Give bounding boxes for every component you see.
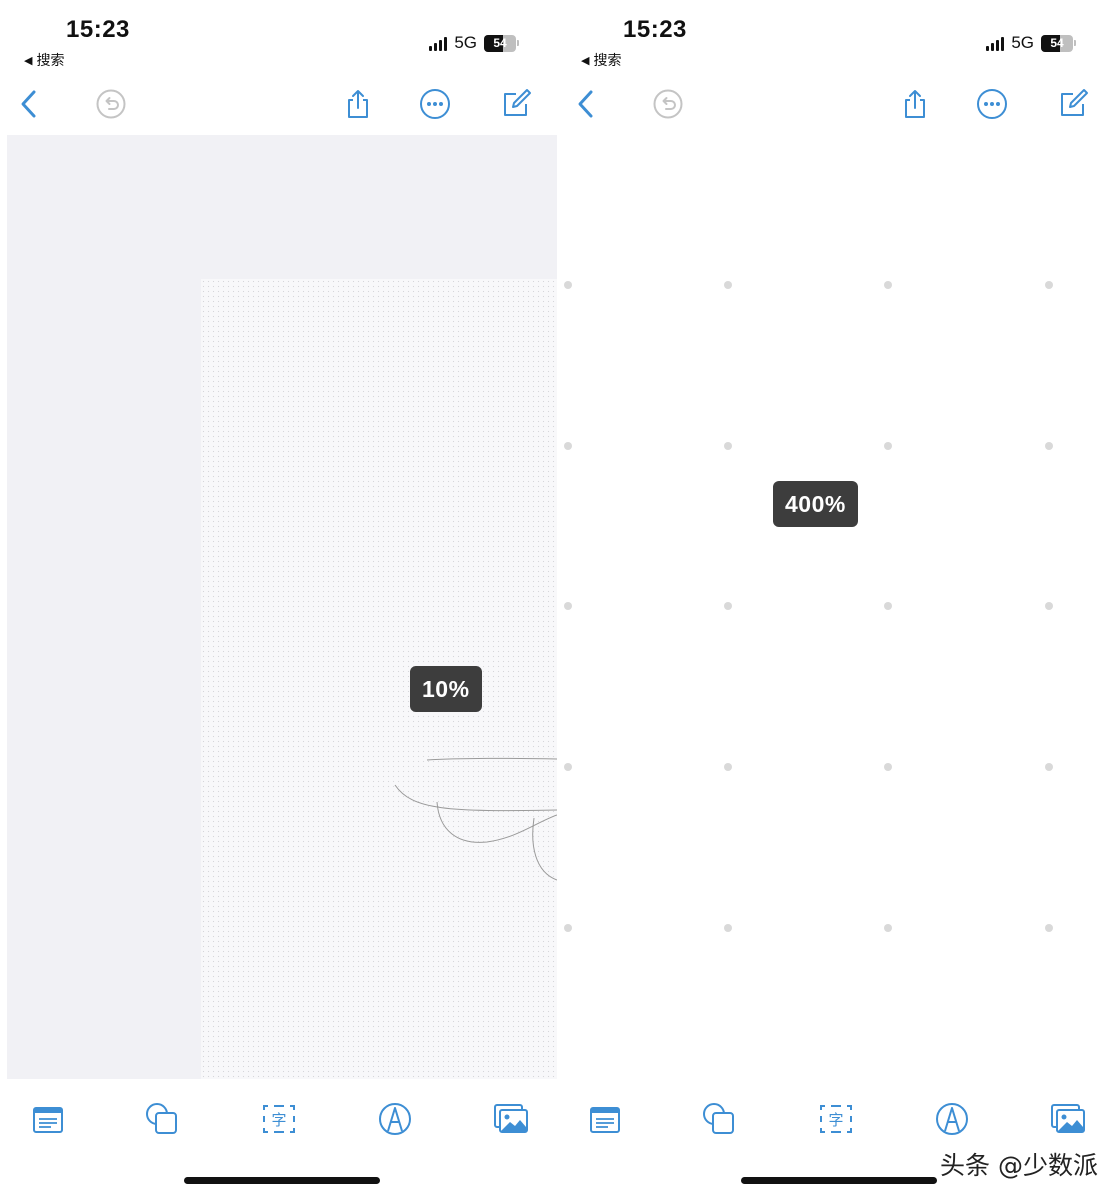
grid-dot: [564, 924, 572, 932]
signal-icon: [429, 35, 448, 51]
home-indicator[interactable]: [184, 1177, 380, 1184]
svg-text:字: 字: [828, 1111, 843, 1129]
ink-drawing: [394, 757, 557, 881]
network-label: 5G: [454, 33, 477, 52]
notes-button[interactable]: [584, 1098, 626, 1140]
grid-dot: [1045, 924, 1053, 932]
network-label: 5G: [1011, 33, 1034, 52]
undo-icon: [96, 89, 126, 119]
compose-button[interactable]: [498, 86, 534, 122]
bottom-toolbar: 字: [557, 1090, 1120, 1150]
back-search-label: 搜索: [593, 52, 622, 68]
screen-zoom-400: 15:23 ◀ 搜索 5G 54 400% 字: [557, 0, 1120, 1203]
text-button[interactable]: 字: [258, 1098, 300, 1140]
pen-button[interactable]: [931, 1098, 973, 1140]
status-time: 15:23: [66, 16, 130, 43]
pen-button[interactable]: [374, 1098, 416, 1140]
pen-icon: [936, 1103, 968, 1135]
status-indicators: 5G 54: [429, 33, 519, 53]
undo-icon: [653, 89, 683, 119]
notes-button[interactable]: [27, 1098, 69, 1140]
battery-level: 54: [493, 36, 507, 50]
status-indicators: 5G 54: [986, 33, 1076, 53]
back-to-search-link[interactable]: ◀ 搜索: [24, 50, 64, 70]
back-to-search-link[interactable]: ◀ 搜索: [581, 50, 621, 70]
status-time: 15:23: [623, 16, 687, 43]
grid-dot: [724, 281, 732, 289]
home-indicator[interactable]: [741, 1177, 937, 1184]
text-icon: 字: [820, 1105, 852, 1133]
more-button[interactable]: [974, 86, 1010, 122]
compose-icon: [504, 89, 531, 116]
back-button[interactable]: [569, 86, 605, 122]
more-icon: [420, 89, 450, 119]
compose-button[interactable]: [1055, 86, 1091, 122]
grid-dot: [884, 281, 892, 289]
grid-dot: [724, 924, 732, 932]
board-canvas[interactable]: 400%: [557, 135, 1120, 1079]
watermark: 头条 @少数派: [940, 1151, 1098, 1180]
share-icon: [905, 90, 925, 118]
bottom-toolbar: 字: [0, 1090, 557, 1150]
more-icon: [977, 89, 1007, 119]
battery-level: 54: [1050, 36, 1064, 50]
shapes-button[interactable]: [141, 1098, 183, 1140]
compose-icon: [1061, 89, 1088, 116]
grid-dot: [884, 924, 892, 932]
share-button[interactable]: [340, 86, 376, 122]
grid-dot: [564, 281, 572, 289]
image-button[interactable]: [490, 1098, 532, 1140]
image-icon: [1051, 1104, 1085, 1133]
grid-dot: [1045, 763, 1053, 771]
grid-dot: [1045, 281, 1053, 289]
battery-icon: 54: [484, 34, 516, 52]
share-icon: [348, 90, 368, 118]
grid-dot: [564, 442, 572, 450]
shapes-button[interactable]: [698, 1098, 740, 1140]
board-page: [201, 279, 557, 1079]
svg-text:字: 字: [271, 1111, 286, 1129]
back-button[interactable]: [12, 86, 48, 122]
share-button[interactable]: [897, 86, 933, 122]
grid-dot: [564, 763, 572, 771]
shapes-icon: [146, 1103, 177, 1134]
grid-dot: [1045, 602, 1053, 610]
grid-dot: [724, 602, 732, 610]
text-icon: 字: [263, 1105, 295, 1133]
more-button[interactable]: [417, 86, 453, 122]
notes-icon: [33, 1107, 63, 1133]
image-button[interactable]: [1047, 1098, 1089, 1140]
undo-button[interactable]: [650, 86, 686, 122]
undo-button[interactable]: [93, 86, 129, 122]
notes-icon: [590, 1107, 620, 1133]
board-canvas[interactable]: 10%: [7, 135, 557, 1079]
grid-dot: [884, 763, 892, 771]
chevron-left-icon: [21, 90, 36, 118]
grid-dot: [884, 602, 892, 610]
grid-dot: [724, 442, 732, 450]
grid-dot: [724, 763, 732, 771]
zoom-level-badge: 400%: [773, 481, 858, 527]
back-triangle-icon: ◀: [24, 54, 33, 67]
text-button[interactable]: 字: [815, 1098, 857, 1140]
battery-icon: 54: [1041, 34, 1073, 52]
zoom-level-badge: 10%: [410, 666, 482, 712]
grid-dot: [564, 602, 572, 610]
back-triangle-icon: ◀: [581, 54, 590, 67]
grid-dot: [1045, 442, 1053, 450]
signal-icon: [986, 35, 1005, 51]
shapes-icon: [703, 1103, 734, 1134]
chevron-left-icon: [578, 90, 593, 118]
back-search-label: 搜索: [36, 52, 65, 68]
grid-dot: [884, 442, 892, 450]
screen-zoom-10: 15:23 ◀ 搜索 5G 54 10% 字: [0, 0, 557, 1203]
pen-icon: [379, 1103, 411, 1135]
image-icon: [494, 1104, 528, 1133]
